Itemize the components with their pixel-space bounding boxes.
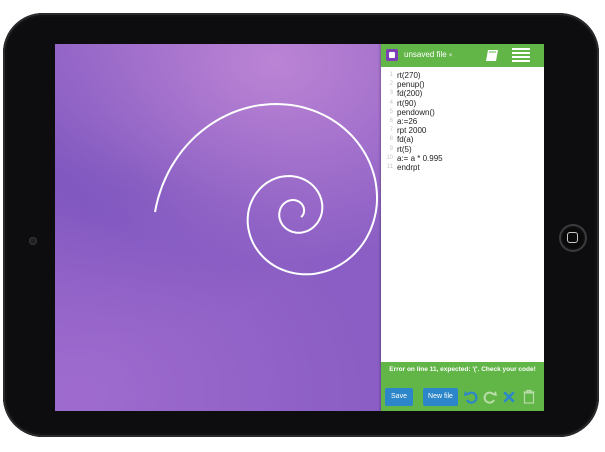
line-number: 2 [389, 81, 393, 88]
new-file-button[interactable]: New file [423, 388, 458, 406]
code-line: 7 rpt 2000 [381, 126, 544, 135]
home-square-icon [567, 232, 578, 243]
close-tab-icon[interactable]: × [449, 53, 453, 59]
line-text[interactable]: fd(200) [397, 89, 422, 98]
line-number: 7 [389, 127, 393, 134]
code-line: 6 a:=26 [381, 117, 544, 126]
code-line: 1 rt(270) [381, 71, 544, 80]
line-number: 1 [389, 72, 393, 78]
code-editor[interactable]: 1 rt(270) 2 penup() 3 fd(200) 4 rt(90) 5 pend… [381, 68, 544, 362]
line-number: 5 [389, 108, 393, 115]
line-number: 10 [386, 154, 393, 161]
file-tab-label: unsaved file [404, 50, 447, 59]
line-text[interactable]: rt(5) [397, 145, 412, 154]
error-message: Error on line 11, expected: '('. Check y… [381, 362, 544, 378]
home-button[interactable] [559, 224, 587, 252]
code-line: 10 a:= a * 0.995 [381, 154, 544, 163]
line-number: 8 [389, 136, 393, 143]
menu-icon[interactable] [512, 48, 530, 63]
line-text[interactable]: a:=26 [397, 117, 417, 126]
save-button[interactable]: Save [385, 388, 413, 406]
line-text[interactable]: rt(270) [397, 71, 421, 80]
code-line: 9 rt(5) [381, 145, 544, 154]
code-line: 8 fd(a) [381, 135, 544, 144]
line-number: 4 [389, 99, 393, 106]
undo-icon[interactable] [463, 388, 479, 406]
line-text[interactable]: pendown() [397, 108, 435, 117]
line-text[interactable]: fd(a) [397, 135, 413, 144]
clear-icon[interactable] [501, 388, 517, 406]
line-text[interactable]: endrpt [397, 163, 420, 172]
redo-icon[interactable] [482, 388, 498, 406]
line-number: 3 [389, 90, 393, 97]
line-text[interactable]: rt(90) [397, 99, 416, 108]
line-text[interactable]: rpt 2000 [397, 126, 426, 135]
screen: unsaved file × 1 rt(270) 2 penup() 3 fd(200)… [55, 44, 544, 411]
code-panel: unsaved file × 1 rt(270) 2 penup() 3 fd(200)… [381, 44, 544, 411]
panel-header: unsaved file × [381, 44, 544, 67]
line-number: 6 [389, 118, 393, 124]
code-line: 2 penup() [381, 80, 544, 89]
file-tab[interactable]: unsaved file × [404, 50, 452, 61]
code-line: 4 rt(90) [381, 99, 544, 108]
line-text[interactable]: a:= a * 0.995 [397, 154, 443, 163]
app-icon[interactable] [386, 49, 398, 61]
code-line: 11 endrpt [381, 163, 544, 172]
editor-toolbar: Save New file [381, 378, 544, 411]
line-number: 11 [386, 164, 393, 170]
book-icon[interactable] [485, 49, 499, 62]
code-line: 5 pendown() [381, 108, 544, 117]
camera-dot [29, 237, 37, 245]
code-line: 3 fd(200) [381, 89, 544, 98]
line-text[interactable]: penup() [397, 80, 425, 89]
line-number: 9 [389, 145, 393, 152]
trash-icon[interactable] [521, 388, 537, 406]
